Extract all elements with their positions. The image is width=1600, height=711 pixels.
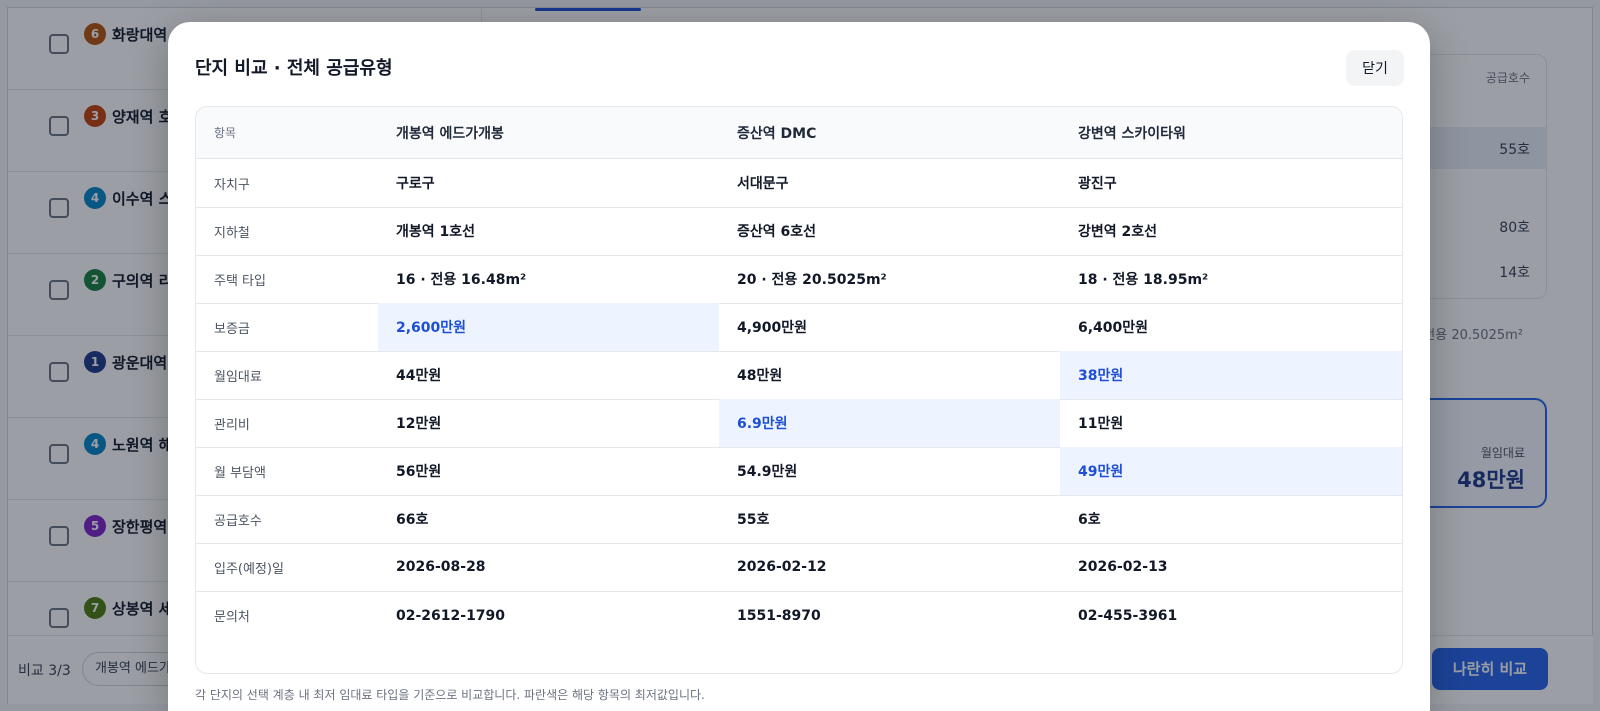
row-label: 관리비 — [214, 417, 250, 433]
table-row: 보증금 2,600만원 4,900만원 6,400만원 — [196, 303, 1402, 352]
table-cell: 개봉역 1호선 — [396, 224, 476, 240]
row-label: 보증금 — [214, 321, 250, 337]
table-header-row: 항목 개봉역 에드가개봉 증산역 DMC 강변역 스카이타워 — [196, 107, 1402, 159]
table-row: 자치구 구로구 서대문구 광진구 — [196, 159, 1402, 208]
modal-title: 단지 비교 · 전체 공급유형 — [195, 58, 393, 79]
table-cell: 55호 — [737, 512, 770, 528]
row-label: 문의처 — [214, 610, 250, 625]
table-cell: 1551-8970 — [737, 607, 821, 624]
table-row: 문의처 02-2612-1790 1551-8970 02-455-3961 — [196, 591, 1402, 640]
table-cell: 11만원 — [1078, 416, 1124, 432]
table-cell: 02-455-3961 — [1078, 607, 1178, 624]
table-row: 지하철 개봉역 1호선 증산역 6호선 강변역 2호선 — [196, 207, 1402, 256]
table-cell: 66호 — [396, 512, 429, 528]
row-label: 자치구 — [214, 177, 250, 193]
table-cell: 6호 — [1078, 512, 1101, 528]
table-cell: 56만원 — [396, 464, 442, 480]
table-row: 공급호수 66호 55호 6호 — [196, 495, 1402, 544]
table-cell-lowest: 6.9만원 — [719, 399, 1060, 447]
comparison-table: 항목 개봉역 에드가개봉 증산역 DMC 강변역 스카이타워 자치구 구로구 서… — [195, 106, 1403, 674]
table-cell: 16 · 전용 16.48m² — [396, 272, 527, 288]
column-header: 개봉역 에드가개봉 — [396, 125, 504, 142]
table-cell: 44만원 — [396, 368, 442, 384]
table-cell: 증산역 6호선 — [737, 224, 817, 240]
table-cell: 4,900만원 — [737, 320, 808, 336]
table-row: 입주(예정)일 2026-08-28 2026-02-12 2026-02-13 — [196, 543, 1402, 592]
table-cell: 서대문구 — [737, 176, 789, 192]
footnote: 각 단지의 선택 계층 내 최저 임대료 타입을 기준으로 비교합니다. 파란색… — [195, 688, 705, 702]
table-cell-lowest: 38만원 — [1060, 351, 1402, 399]
row-label: 입주(예정)일 — [214, 561, 284, 577]
table-cell: 2026-02-13 — [1078, 559, 1168, 575]
row-label: 주택 타입 — [214, 273, 266, 289]
table-cell: 02-2612-1790 — [396, 607, 506, 624]
table-cell: 광진구 — [1078, 176, 1117, 192]
table-cell: 48만원 — [737, 368, 783, 384]
table-cell: 2026-02-12 — [737, 559, 827, 575]
table-cell: 구로구 — [396, 176, 435, 192]
row-label: 공급호수 — [214, 513, 262, 529]
table-cell: 12만원 — [396, 416, 442, 432]
header-label: 항목 — [214, 126, 237, 140]
column-header: 강변역 스카이타워 — [1078, 125, 1186, 142]
table-cell: 강변역 2호선 — [1078, 224, 1158, 240]
table-cell: 20 · 전용 20.5025m² — [737, 272, 887, 288]
compare-modal: 단지 비교 · 전체 공급유형 닫기 항목 개봉역 에드가개봉 증산역 DMC … — [168, 22, 1430, 711]
row-label: 지하철 — [214, 225, 250, 241]
table-row: 관리비 12만원 6.9만원 11만원 — [196, 399, 1402, 448]
close-button[interactable]: 닫기 — [1346, 50, 1404, 86]
row-label: 월임대료 — [214, 369, 262, 385]
table-row: 월 부담액 56만원 54.9만원 49만원 — [196, 447, 1402, 496]
table-cell-lowest: 2,600만원 — [378, 303, 719, 351]
table-cell: 54.9만원 — [737, 464, 798, 480]
table-cell-lowest: 49만원 — [1060, 447, 1402, 495]
table-row: 주택 타입 16 · 전용 16.48m² 20 · 전용 20.5025m² … — [196, 255, 1402, 304]
column-header: 증산역 DMC — [737, 125, 817, 142]
table-cell: 18 · 전용 18.95m² — [1078, 272, 1209, 288]
table-row: 월임대료 44만원 48만원 38만원 — [196, 351, 1402, 400]
table-cell: 2026-08-28 — [396, 559, 486, 575]
table-cell: 6,400만원 — [1078, 320, 1149, 336]
row-label: 월 부담액 — [214, 465, 266, 481]
